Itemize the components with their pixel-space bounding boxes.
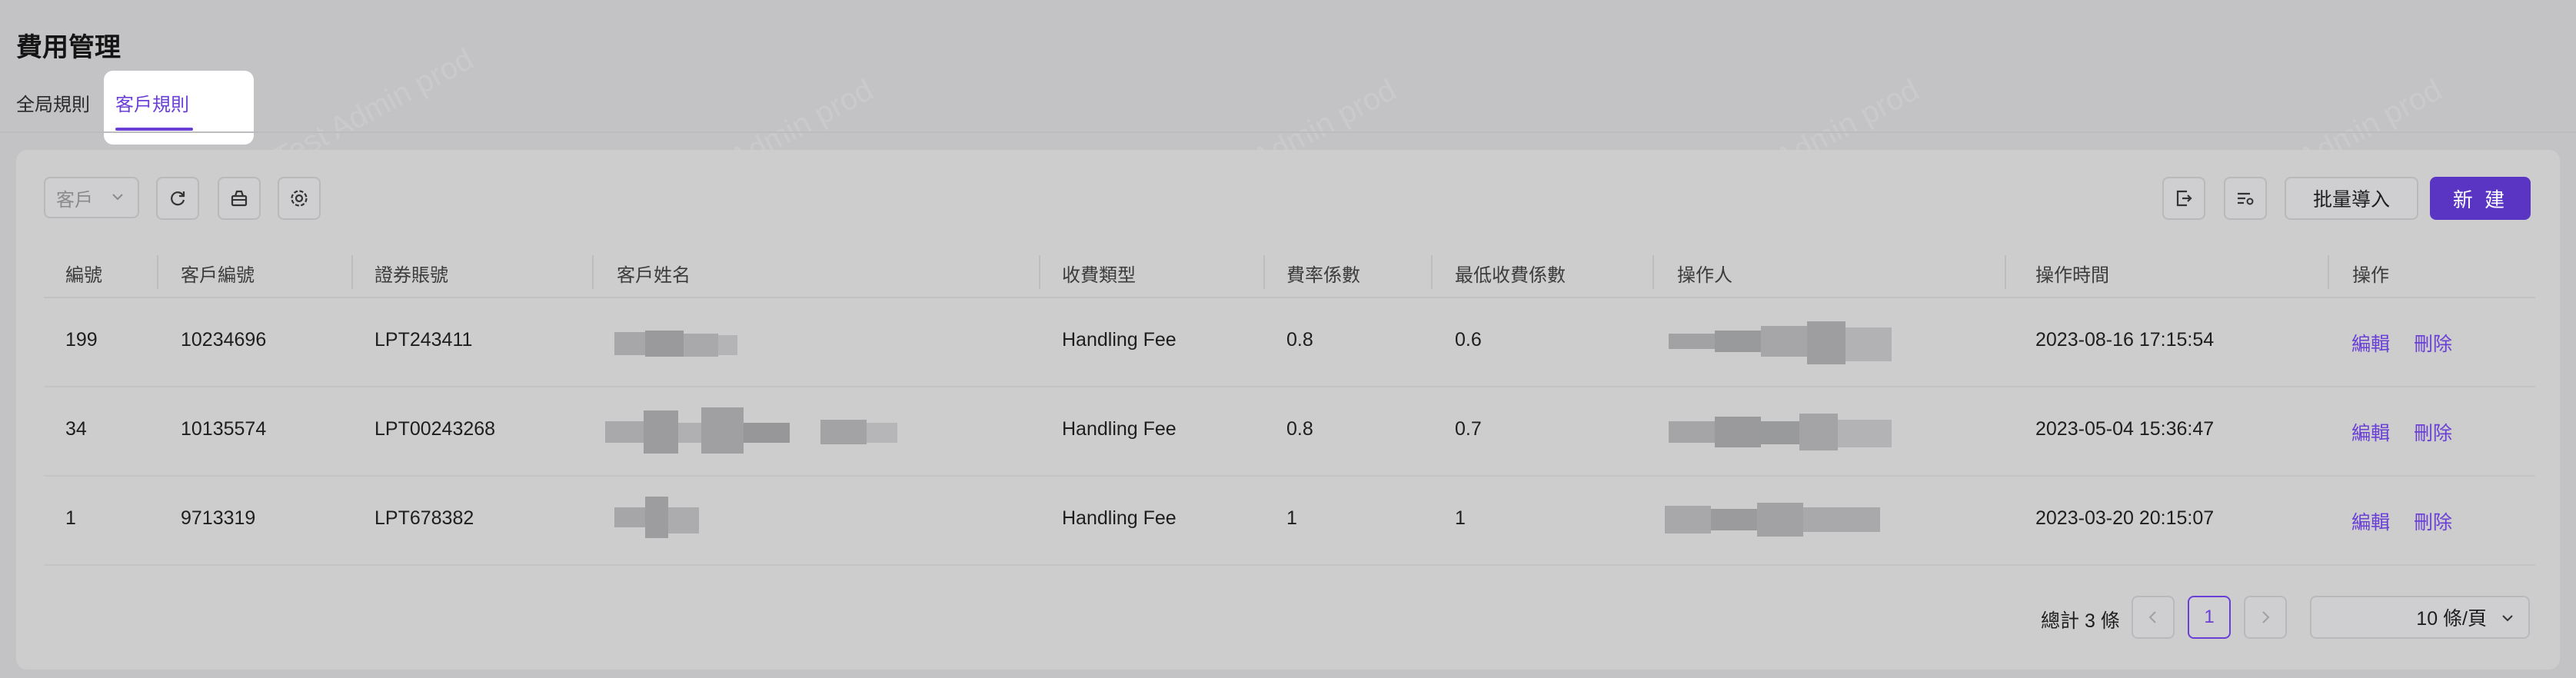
refresh-icon <box>171 191 185 206</box>
cell-id: 199 <box>65 329 98 351</box>
edit-link[interactable]: 編輯 <box>2351 507 2390 535</box>
tab-global-rules[interactable]: 全局規則 <box>16 89 90 116</box>
refresh-button[interactable] <box>156 177 199 220</box>
column-settings-button[interactable] <box>2224 177 2267 220</box>
tabs-divider <box>0 131 2576 133</box>
chevron-down-icon <box>112 194 123 201</box>
cell-time: 2023-03-20 20:15:07 <box>2035 507 2215 529</box>
operator-redacted <box>1669 320 1892 366</box>
batch-import-button[interactable]: 批量導入 <box>2285 177 2418 220</box>
cell-rate: 0.8 <box>1286 418 1313 440</box>
basket-icon <box>231 190 248 207</box>
customer-rules-table: 編號 客戶編號 證券賬號 客戶姓名 收費類型 費率係數 最低收費係數 操作人 操… <box>44 246 2535 566</box>
cell-min-rate: 0.6 <box>1455 329 1482 351</box>
operator-redacted <box>1669 409 1892 455</box>
customer-name-redacted <box>614 327 737 361</box>
settings-icon <box>291 190 308 207</box>
export-button[interactable] <box>2162 177 2205 220</box>
column-divider <box>1431 255 1433 289</box>
column-header: 證券賬號 <box>374 265 448 286</box>
column-divider <box>2328 255 2329 289</box>
customer-filter-select[interactable]: 客戶 <box>44 177 139 218</box>
page-size-value: 10 條/頁 <box>2416 608 2487 630</box>
prev-page-button[interactable] <box>2132 596 2175 639</box>
tab-customer-rules[interactable]: 客戶規則 <box>104 71 254 145</box>
delete-link[interactable]: 刪除 <box>2414 418 2452 446</box>
customer-filter-value: 客戶 <box>56 189 93 211</box>
column-divider <box>592 255 594 289</box>
cell-account: LPT00243268 <box>374 418 496 440</box>
cell-customer-no: 9713319 <box>181 507 256 529</box>
new-button[interactable]: 新 建 <box>2430 177 2531 220</box>
cell-rate: 1 <box>1286 507 1297 529</box>
column-divider <box>1652 255 1654 289</box>
column-divider <box>1039 255 1040 289</box>
active-tab-indicator <box>115 128 193 131</box>
cell-account: LPT678382 <box>374 507 474 529</box>
cell-time: 2023-05-04 15:36:47 <box>2035 418 2215 440</box>
settings-button[interactable] <box>278 177 321 220</box>
column-header: 最低收費係數 <box>1455 265 1566 286</box>
edit-link[interactable]: 編輯 <box>2351 329 2390 357</box>
column-header: 操作時間 <box>2035 265 2109 286</box>
column-header: 操作人 <box>1677 265 1732 286</box>
content-panel: 客戶 批量導入 新 建 編號 客戶編號 證券賬號 客戶姓名 收費類型 費率係數 <box>16 150 2560 670</box>
customer-name-redacted <box>614 495 699 541</box>
export-icon <box>2176 190 2192 207</box>
column-divider <box>2005 255 2006 289</box>
column-header: 客戶編號 <box>181 265 255 286</box>
delete-link[interactable]: 刪除 <box>2414 507 2452 535</box>
column-header: 編號 <box>65 265 102 286</box>
chevron-left-icon <box>2148 611 2156 623</box>
customer-name-redacted <box>605 403 897 461</box>
pagination-total: 總計 3 條 <box>2041 610 2120 632</box>
edit-link[interactable]: 編輯 <box>2351 418 2390 446</box>
tab-customer-rules-label: 客戶規則 <box>115 95 189 115</box>
chevron-right-icon <box>2262 611 2270 623</box>
cell-fee-type: Handling Fee <box>1062 507 1177 529</box>
page-title: 費用管理 <box>16 33 121 62</box>
delete-link[interactable]: 刪除 <box>2414 329 2452 357</box>
page-1-button[interactable]: 1 <box>2188 596 2231 639</box>
column-header: 操作 <box>2352 265 2389 286</box>
cell-time: 2023-08-16 17:15:54 <box>2035 329 2215 351</box>
column-header: 收費類型 <box>1062 265 1136 286</box>
operator-redacted <box>1665 498 1880 541</box>
cell-account: LPT243411 <box>374 329 473 351</box>
table-row: 1 9713319 LPT678382 Handling Fee 1 1 202… <box>44 477 2535 566</box>
chevron-down-icon <box>2502 615 2513 622</box>
column-header: 客戶姓名 <box>617 265 691 286</box>
cell-min-rate: 0.7 <box>1455 418 1482 440</box>
column-divider <box>351 255 353 289</box>
cell-rate: 0.8 <box>1286 329 1313 351</box>
table-row: 199 10234696 LPT243411 Handling Fee 0.8 … <box>44 298 2535 387</box>
cell-id: 34 <box>65 418 87 440</box>
table-row: 34 10135574 LPT00243268 Handling Fee 0.8… <box>44 387 2535 477</box>
cell-min-rate: 1 <box>1455 507 1466 529</box>
cell-id: 1 <box>65 507 76 529</box>
cell-customer-no: 10135574 <box>181 418 267 440</box>
column-header: 費率係數 <box>1286 265 1360 286</box>
page-size-select[interactable]: 10 條/頁 <box>2310 596 2530 639</box>
next-page-button[interactable] <box>2244 596 2287 639</box>
cell-fee-type: Handling Fee <box>1062 329 1177 351</box>
cell-fee-type: Handling Fee <box>1062 418 1177 440</box>
cell-customer-no: 10234696 <box>181 329 267 351</box>
table-header: 編號 客戶編號 證券賬號 客戶姓名 收費類型 費率係數 最低收費係數 操作人 操… <box>44 246 2535 298</box>
column-settings-icon <box>2238 192 2254 205</box>
column-divider <box>1263 255 1265 289</box>
tab-bar: 全局規則 客戶規則 <box>0 69 2576 145</box>
column-divider <box>157 255 158 289</box>
basket-button[interactable] <box>218 177 261 220</box>
